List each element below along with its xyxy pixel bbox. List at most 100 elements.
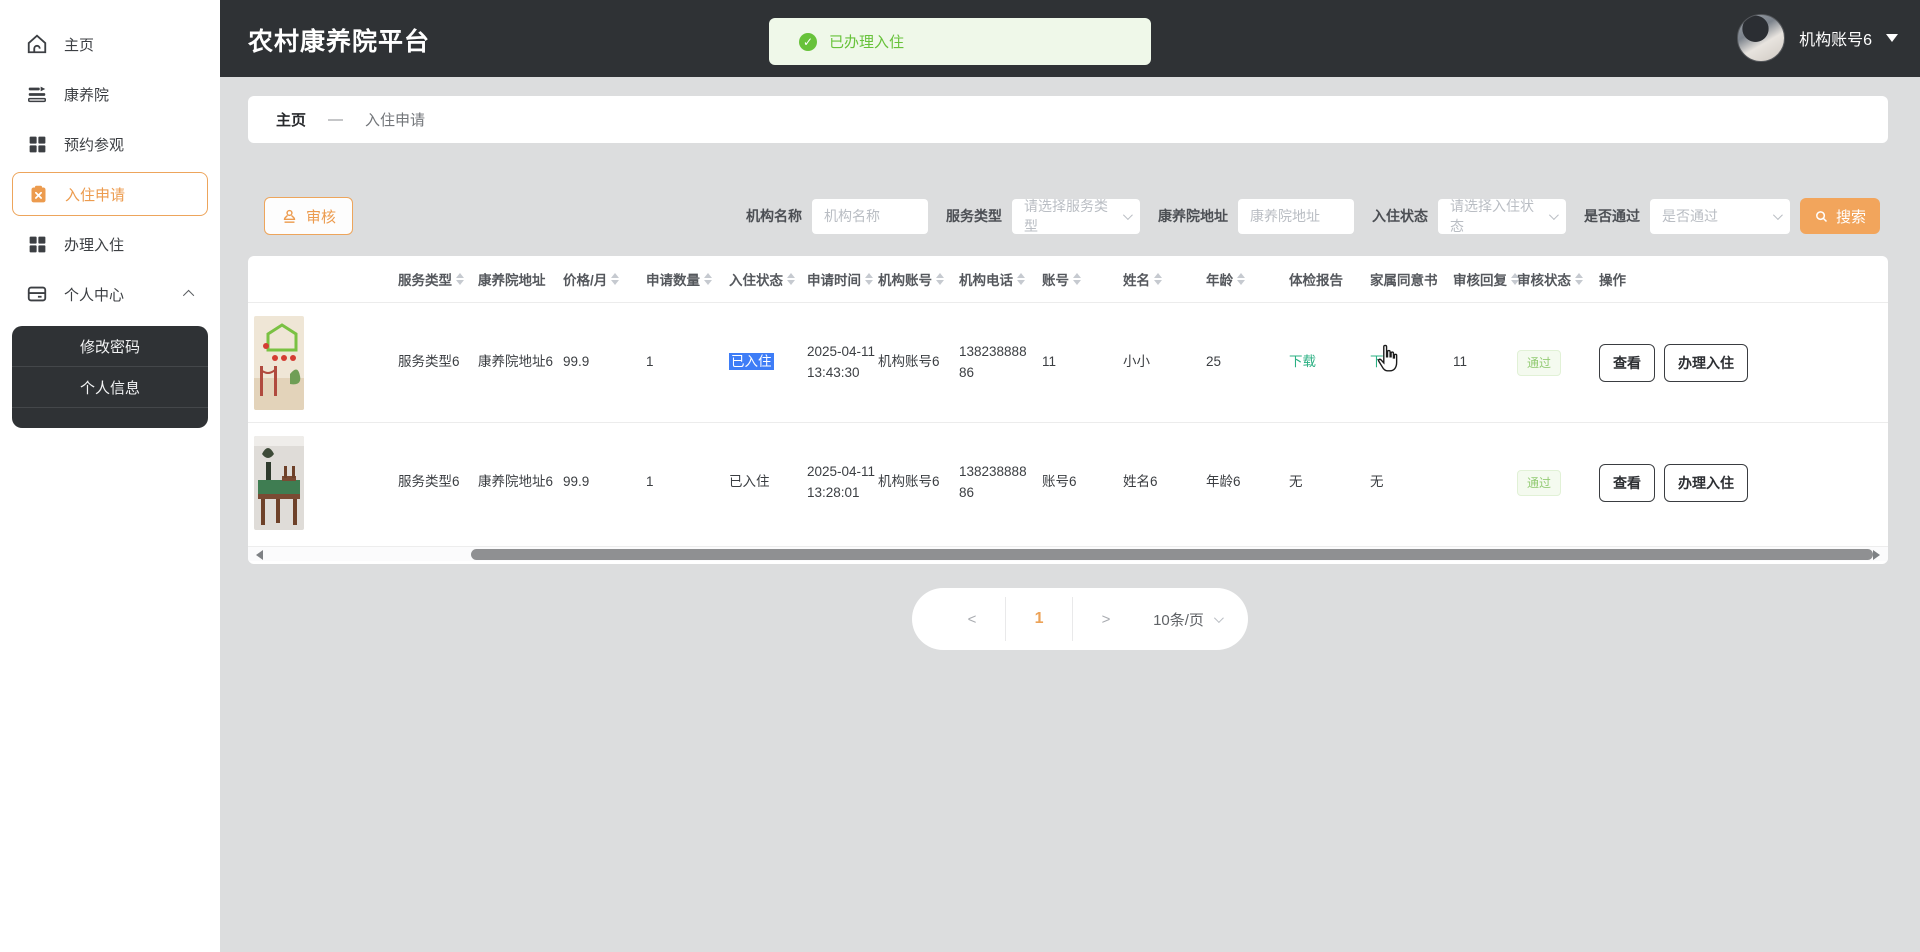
service-type-select-value: 请选择服务类型 — [1024, 196, 1115, 236]
sidebar-item-checkin-application[interactable]: 入住申请 — [12, 172, 208, 216]
column-age: 年龄 — [1204, 269, 1287, 289]
cell-service-type: 服务类型6 — [396, 472, 476, 492]
filter-bar: 审核 机构名称 服务类型 请选择服务类型 康养院地址 入住状态 请选择入住状态 … — [248, 197, 1888, 235]
search-icon — [1814, 209, 1829, 224]
cell-apply-time: 2025-04-1113:28:01 — [805, 462, 876, 503]
approved-select[interactable]: 是否通过 — [1650, 199, 1790, 234]
column-family-consent: 家属同意书 — [1368, 269, 1451, 289]
sort-icon[interactable] — [1017, 269, 1025, 289]
cell-price: 99.9 — [561, 352, 644, 372]
caret-down-icon — [1886, 34, 1898, 48]
cell-age: 25 — [1204, 352, 1287, 372]
pass-status-badge: 通过 — [1517, 470, 1561, 496]
sort-icon[interactable] — [611, 269, 619, 289]
cell-health-report: 无 — [1287, 472, 1368, 492]
room-photo-thumbnail[interactable] — [254, 316, 304, 410]
scroll-right-arrow-icon[interactable] — [1873, 550, 1885, 560]
cell-family-consent: 下载 — [1368, 352, 1451, 372]
cell-audit-status: 通过 — [1515, 470, 1597, 496]
submenu-item-personal-info[interactable]: 个人信息 — [12, 367, 208, 408]
audit-button[interactable]: 审核 — [264, 197, 353, 235]
org-name-input[interactable] — [812, 199, 928, 234]
address-label: 康养院地址 — [1158, 206, 1228, 226]
user-menu[interactable]: 机构账号6 — [1737, 14, 1898, 62]
sidebar-item-process-checkin[interactable]: 办理入住 — [12, 222, 208, 266]
breadcrumb-root[interactable]: 主页 — [276, 109, 306, 130]
cell-family-consent: 无 — [1368, 472, 1451, 492]
column-org-phone: 机构电话 — [957, 269, 1040, 289]
page-size-value: 10条/页 — [1153, 609, 1204, 630]
cell-name: 姓名6 — [1121, 472, 1204, 492]
scroll-left-arrow-icon[interactable] — [251, 550, 263, 560]
view-button[interactable]: 查看 — [1599, 464, 1655, 502]
prev-page-button[interactable]: < — [939, 611, 1005, 628]
sort-icon[interactable] — [704, 269, 712, 289]
sidebar-item-nursing-home[interactable]: 康养院 — [12, 72, 208, 116]
service-type-select[interactable]: 请选择服务类型 — [1012, 199, 1140, 234]
applications-table: 服务类型 康养院地址 价格/月 申请数量 入住状态 申请时间 机构账号 机构电话… — [248, 256, 1888, 564]
selected-text: 已入住 — [729, 353, 774, 370]
column-org-account: 机构账号 — [876, 269, 957, 289]
sidebar-item-label: 入住申请 — [65, 184, 125, 205]
room-photo-thumbnail[interactable] — [254, 436, 304, 530]
sort-icon[interactable] — [456, 269, 464, 289]
cell-quantity: 1 — [644, 352, 727, 372]
toast-message: 已办理入住 — [829, 31, 904, 52]
sidebar-item-label: 预约参观 — [64, 134, 124, 155]
column-name: 姓名 — [1121, 269, 1204, 289]
sidebar-item-visit-booking[interactable]: 预约参观 — [12, 122, 208, 166]
approved-select-value: 是否通过 — [1662, 206, 1718, 226]
sort-icon[interactable] — [787, 269, 795, 289]
table-row: 服务类型6 康养院地址6 99.9 1 已入住 2025-04-1113:43:… — [248, 302, 1888, 422]
cell-checkin-status: 已入住 — [727, 352, 805, 372]
cell-health-report: 下载 — [1287, 352, 1368, 372]
download-link[interactable]: 下载 — [1289, 354, 1316, 369]
cell-account: 11 — [1040, 352, 1121, 372]
sort-icon[interactable] — [1154, 269, 1162, 289]
success-toast: ✓ 已办理入住 — [769, 18, 1151, 65]
top-header-bar: 农村康养院平台 ✓ 已办理入住 机构账号6 — [220, 0, 1920, 77]
process-checkin-button[interactable]: 办理入住 — [1664, 464, 1748, 502]
cell-checkin-status: 已入住 — [727, 472, 805, 492]
checkin-status-select[interactable]: 请选择入住状态 — [1438, 199, 1566, 234]
sort-icon[interactable] — [1073, 269, 1081, 289]
current-page[interactable]: 1 — [1006, 610, 1072, 628]
submenu-item-change-password[interactable]: 修改密码 — [12, 326, 208, 367]
cell-actions: 查看 办理入住 — [1597, 344, 1888, 382]
grid-icon — [26, 133, 48, 155]
table-row: 服务类型6 康养院地址6 99.9 1 已入住 2025-04-1113:28:… — [248, 422, 1888, 542]
chevron-down-icon — [1549, 210, 1559, 220]
cell-name: 小小 — [1121, 352, 1204, 372]
avatar[interactable] — [1737, 14, 1785, 62]
sort-icon[interactable] — [936, 269, 944, 289]
scrollbar-thumb[interactable] — [471, 549, 1873, 560]
chevron-down-icon — [1773, 210, 1783, 220]
sort-icon[interactable] — [865, 269, 873, 289]
page-size-select[interactable]: 10条/页 — [1153, 609, 1221, 630]
column-audit-reply: 审核回复 — [1451, 269, 1515, 289]
cell-audit-reply: 11 — [1451, 352, 1515, 372]
column-actions: 操作 — [1597, 269, 1888, 289]
clipboard-x-icon — [27, 183, 49, 205]
personal-center-submenu: 修改密码 个人信息 — [12, 326, 208, 428]
sidebar-item-home[interactable]: 主页 — [12, 22, 208, 66]
cell-apply-time: 2025-04-1113:43:30 — [805, 342, 876, 383]
approved-label: 是否通过 — [1584, 206, 1640, 226]
search-button[interactable]: 搜索 — [1800, 198, 1880, 234]
next-page-button[interactable]: > — [1073, 611, 1139, 628]
cell-service-type: 服务类型6 — [396, 352, 476, 372]
table-header-row: 服务类型 康养院地址 价格/月 申请数量 入住状态 申请时间 机构账号 机构电话… — [248, 256, 1888, 302]
stamp-icon — [281, 208, 298, 225]
sidebar-item-personal-center[interactable]: 个人中心 — [12, 272, 208, 316]
sort-icon[interactable] — [1575, 269, 1583, 289]
column-apply-time: 申请时间 — [805, 269, 876, 289]
download-link[interactable]: 下载 — [1370, 354, 1397, 369]
sort-icon[interactable] — [1237, 269, 1245, 289]
horizontal-scrollbar[interactable] — [248, 546, 1888, 561]
process-checkin-button[interactable]: 办理入住 — [1664, 344, 1748, 382]
sidebar-item-label: 个人中心 — [64, 284, 124, 305]
view-button[interactable]: 查看 — [1599, 344, 1655, 382]
cell-org-account: 机构账号6 — [876, 352, 957, 372]
home-icon — [26, 33, 48, 55]
address-input[interactable] — [1238, 199, 1354, 234]
